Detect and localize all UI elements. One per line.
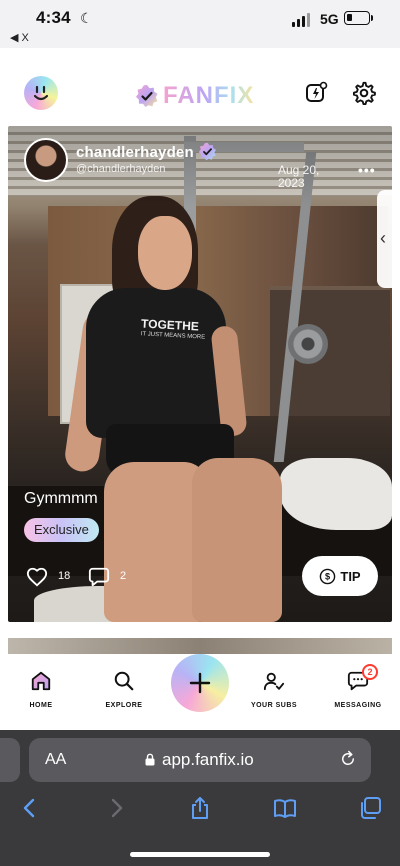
- gear-icon[interactable]: [352, 81, 376, 105]
- reader-settings-button[interactable]: AA: [45, 751, 66, 769]
- nav-messaging[interactable]: MESSAGING: [323, 670, 393, 709]
- battery-cap: [371, 15, 373, 21]
- smiley-logo-icon[interactable]: [24, 76, 58, 110]
- person-check-icon: [263, 672, 285, 691]
- comments-count: 2: [120, 570, 127, 582]
- nav-home-label: HOME: [29, 702, 53, 709]
- photo-towel: [280, 458, 392, 530]
- avatar[interactable]: [24, 138, 68, 182]
- home-indicator[interactable]: [130, 852, 270, 857]
- lightning-chat-icon[interactable]: [304, 81, 328, 105]
- photo-weight-plate: [288, 324, 328, 364]
- search-icon: [114, 671, 134, 691]
- moon-icon: ☾: [80, 10, 93, 26]
- messaging-unread-badge: 2: [362, 664, 378, 680]
- app-header: FANFIX: [0, 48, 400, 124]
- home-icon: [31, 671, 51, 691]
- battery-icon: [344, 11, 370, 25]
- comment-icon[interactable]: [88, 566, 110, 588]
- nav-explore[interactable]: EXPLORE: [89, 670, 159, 709]
- dollar-coin-icon: $: [320, 568, 336, 584]
- svg-text:$: $: [325, 571, 330, 581]
- likes-count: 18: [58, 570, 71, 582]
- plus-icon: [189, 672, 211, 694]
- photo-person-leg-right: [192, 458, 282, 622]
- photo-person-shirt: [86, 288, 226, 438]
- signal-icon: [292, 13, 310, 27]
- forward-arrow-icon[interactable]: [104, 796, 128, 820]
- lock-icon: [145, 753, 155, 766]
- tip-label: TIP: [340, 568, 361, 584]
- nav-explore-label: EXPLORE: [105, 702, 143, 709]
- heart-icon[interactable]: [26, 566, 48, 588]
- back-arrow-icon[interactable]: [18, 796, 42, 820]
- address-bar[interactable]: AA app.fanfix.io: [29, 738, 371, 782]
- bottom-nav: HOME EXPLORE YOUR SUBS MESSAGING 2: [0, 654, 400, 730]
- more-options-button[interactable]: •••: [358, 162, 376, 178]
- exclusive-badge: Exclusive: [24, 518, 99, 542]
- nav-your-subs[interactable]: YOUR SUBS: [239, 670, 309, 709]
- post-caption: Gymmmm: [24, 490, 98, 507]
- brand-logo[interactable]: FANFIX: [135, 82, 254, 110]
- url-text[interactable]: app.fanfix.io: [162, 750, 254, 770]
- bookmarks-icon[interactable]: [273, 796, 297, 820]
- tabs-icon[interactable]: [358, 796, 382, 820]
- back-to-app-link[interactable]: ◀ X: [10, 31, 29, 44]
- post-handle[interactable]: @chandlerhayden: [76, 163, 165, 175]
- brand-star-icon: [136, 85, 158, 107]
- previous-tab-peek[interactable]: [0, 738, 20, 782]
- status-time: 4:34: [36, 8, 71, 27]
- post-card[interactable]: TOGETHE IT JUST MEANS MORE chandlerhayde…: [8, 126, 392, 622]
- post-date: Aug 20, 2023: [278, 163, 320, 190]
- reload-icon[interactable]: [339, 750, 357, 768]
- nav-home[interactable]: HOME: [6, 670, 76, 709]
- browser-toolbar: AA app.fanfix.io: [0, 730, 400, 866]
- photo-person-face: [138, 216, 192, 290]
- brand-name: FANFIX: [163, 82, 255, 109]
- create-post-button[interactable]: [171, 654, 229, 712]
- verified-badge-icon: [198, 142, 216, 161]
- tip-button[interactable]: $ TIP: [302, 556, 378, 596]
- status-bar: 4:34 ☾ ◀ X 5G: [0, 0, 400, 48]
- share-icon[interactable]: [188, 796, 212, 820]
- network-label: 5G: [320, 11, 339, 27]
- nav-your-subs-label: YOUR SUBS: [250, 702, 298, 709]
- chevron-left-icon: ‹: [380, 228, 386, 248]
- side-drawer-handle[interactable]: ‹: [377, 190, 392, 288]
- post-username[interactable]: chandlerhayden: [76, 144, 194, 161]
- nav-messaging-label: MESSAGING: [334, 702, 382, 709]
